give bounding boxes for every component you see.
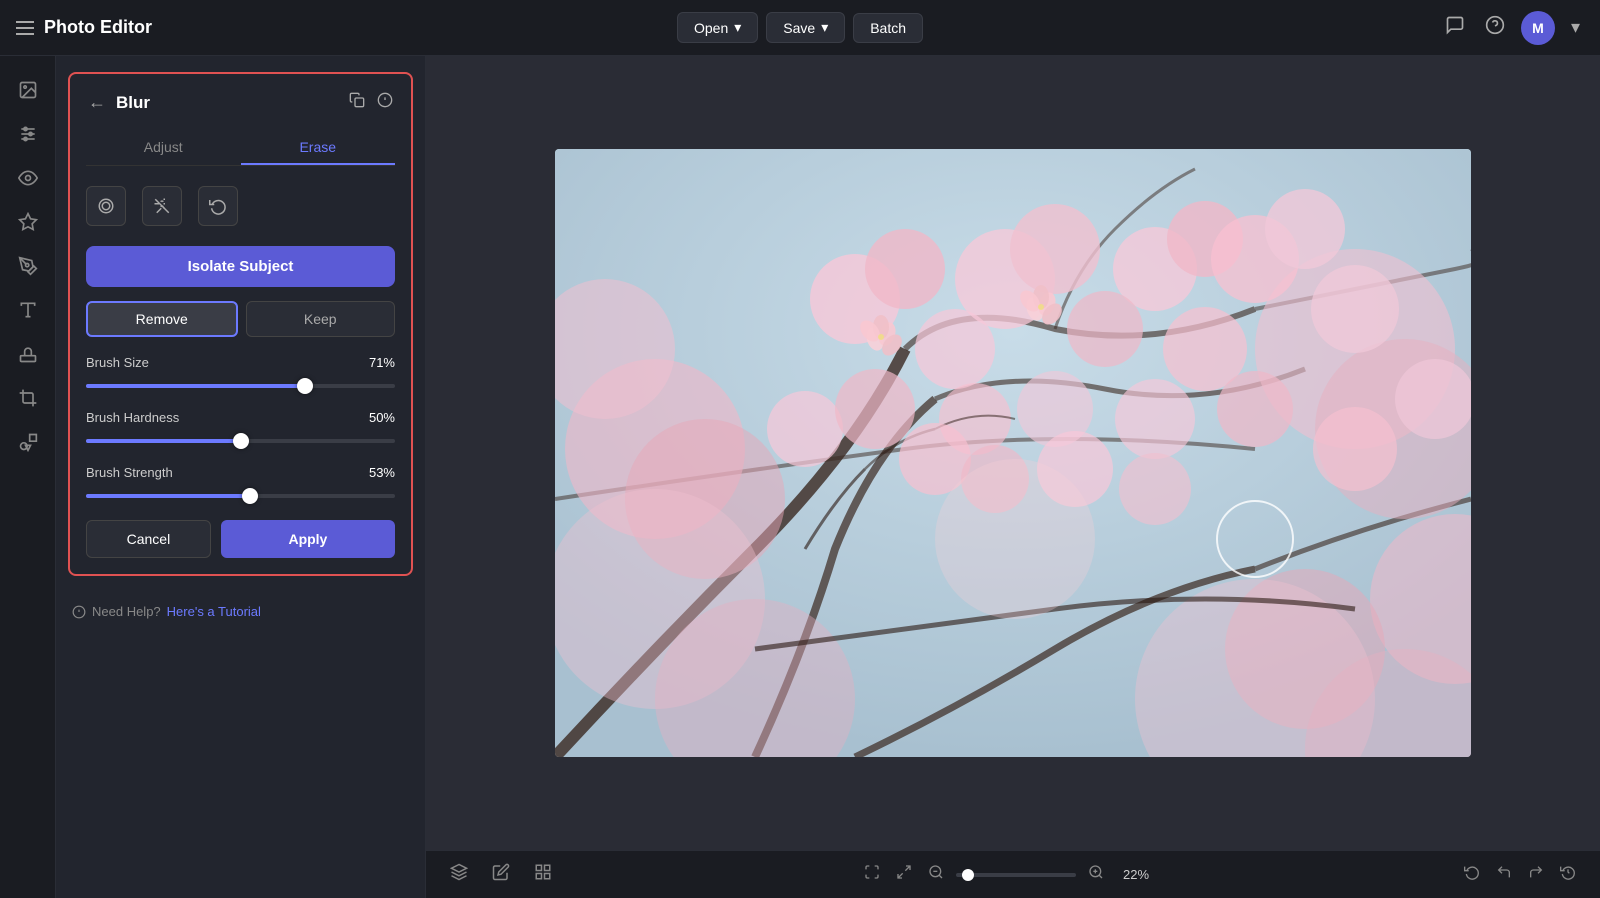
action-buttons: Cancel Apply [86, 520, 395, 558]
edit-icon-button[interactable] [488, 859, 514, 890]
layers-icon-button[interactable] [446, 859, 472, 890]
brush-strength-value: 53% [369, 465, 395, 480]
sidebar-icon-stamp[interactable] [10, 336, 46, 372]
panel-header-left: ← Blur [86, 90, 150, 115]
brush-size-label: Brush Size [86, 355, 149, 370]
copy-panel-button[interactable] [347, 90, 367, 115]
keep-button[interactable]: Keep [246, 301, 396, 337]
open-button[interactable]: Open ▾ [677, 12, 758, 43]
brush-hardness-slider-track[interactable] [86, 431, 395, 451]
brush-strength-slider-track[interactable] [86, 486, 395, 506]
crop-zoom-icon-button[interactable] [892, 860, 916, 889]
help-section: Need Help? Here's a Tutorial [56, 592, 425, 631]
canvas-container[interactable] [426, 56, 1600, 850]
topbar: Photo Editor Open ▾ Save ▾ Batch M ▾ [0, 0, 1600, 56]
remove-button[interactable]: Remove [86, 301, 238, 337]
bottom-bar-right [1460, 860, 1580, 889]
back-button[interactable]: ← [86, 90, 108, 115]
brush-hardness-value: 50% [369, 410, 395, 425]
fullscreen-icon-button[interactable] [860, 860, 884, 889]
apply-button[interactable]: Apply [221, 520, 395, 558]
panel-header: ← Blur [86, 90, 395, 115]
refresh-icon-button[interactable] [1460, 860, 1484, 889]
cancel-button[interactable]: Cancel [86, 520, 211, 558]
redo-button[interactable] [1524, 860, 1548, 889]
undo-button[interactable] [1492, 860, 1516, 889]
tab-erase[interactable]: Erase [241, 131, 396, 165]
brush-strength-label: Brush Strength [86, 465, 173, 480]
sidebar-icon-adjustments[interactable] [10, 116, 46, 152]
help-icon-button[interactable] [1481, 11, 1509, 44]
panel-header-right [347, 90, 395, 115]
sidebar-icon-brush[interactable] [10, 248, 46, 284]
bottom-bar: 22% [426, 850, 1600, 898]
zoom-level: 22% [1116, 867, 1156, 882]
bottom-bar-left [446, 859, 556, 890]
canvas-area: 22% [426, 56, 1600, 898]
brush-strength-slider-row: Brush Strength 53% [86, 465, 395, 506]
bottom-bar-center: 22% [860, 860, 1156, 889]
remove-keep-row: Remove Keep [86, 301, 395, 337]
help-text-label: Need Help? [92, 604, 161, 619]
sidebar-icon-eye[interactable] [10, 160, 46, 196]
sidebar-icon-crop[interactable] [10, 380, 46, 416]
tool-icons-row [86, 182, 395, 230]
main-image[interactable] [555, 149, 1471, 757]
brush-size-value: 71% [369, 355, 395, 370]
tool-icon-magic[interactable] [142, 186, 182, 226]
isolate-subject-button[interactable]: Isolate Subject [86, 246, 395, 287]
zoom-slider[interactable] [956, 873, 1076, 877]
brush-size-slider-track[interactable] [86, 376, 395, 396]
sidebar-icon-text[interactable] [10, 292, 46, 328]
panel-title: Blur [116, 93, 150, 113]
app-title: Photo Editor [44, 17, 152, 38]
panel-inner: ← Blur [68, 72, 413, 576]
main-area: ← Blur [0, 56, 1600, 898]
topbar-right: M ▾ [923, 11, 1584, 45]
info-panel-button[interactable] [375, 90, 395, 115]
avatar-button[interactable]: M [1521, 11, 1555, 45]
batch-button[interactable]: Batch [853, 13, 923, 43]
save-button[interactable]: Save ▾ [766, 12, 845, 43]
icon-sidebar [0, 56, 56, 898]
brush-size-slider-row: Brush Size 71% [86, 355, 395, 396]
brush-hardness-slider-row: Brush Hardness 50% [86, 410, 395, 451]
sidebar-icon-shapes[interactable] [10, 424, 46, 460]
chat-icon-button[interactable] [1441, 11, 1469, 44]
help-tutorial-link[interactable]: Here's a Tutorial [167, 604, 261, 619]
brush-hardness-label: Brush Hardness [86, 410, 179, 425]
topbar-left: Photo Editor [16, 17, 677, 38]
tool-icon-circle[interactable] [86, 186, 126, 226]
zoom-out-button[interactable] [924, 860, 948, 889]
sidebar-icon-image[interactable] [10, 72, 46, 108]
zoom-in-button[interactable] [1084, 860, 1108, 889]
topbar-center: Open ▾ Save ▾ Batch [677, 12, 923, 43]
history-button[interactable] [1556, 860, 1580, 889]
panel: ← Blur [56, 56, 426, 898]
tabs: Adjust Erase [86, 131, 395, 166]
grid-icon-button[interactable] [530, 859, 556, 890]
sidebar-icon-effects[interactable] [10, 204, 46, 240]
account-arrow-icon[interactable]: ▾ [1567, 13, 1584, 42]
tool-icon-reset[interactable] [198, 186, 238, 226]
tab-adjust[interactable]: Adjust [86, 131, 241, 165]
hamburger-menu-icon[interactable] [16, 21, 34, 35]
